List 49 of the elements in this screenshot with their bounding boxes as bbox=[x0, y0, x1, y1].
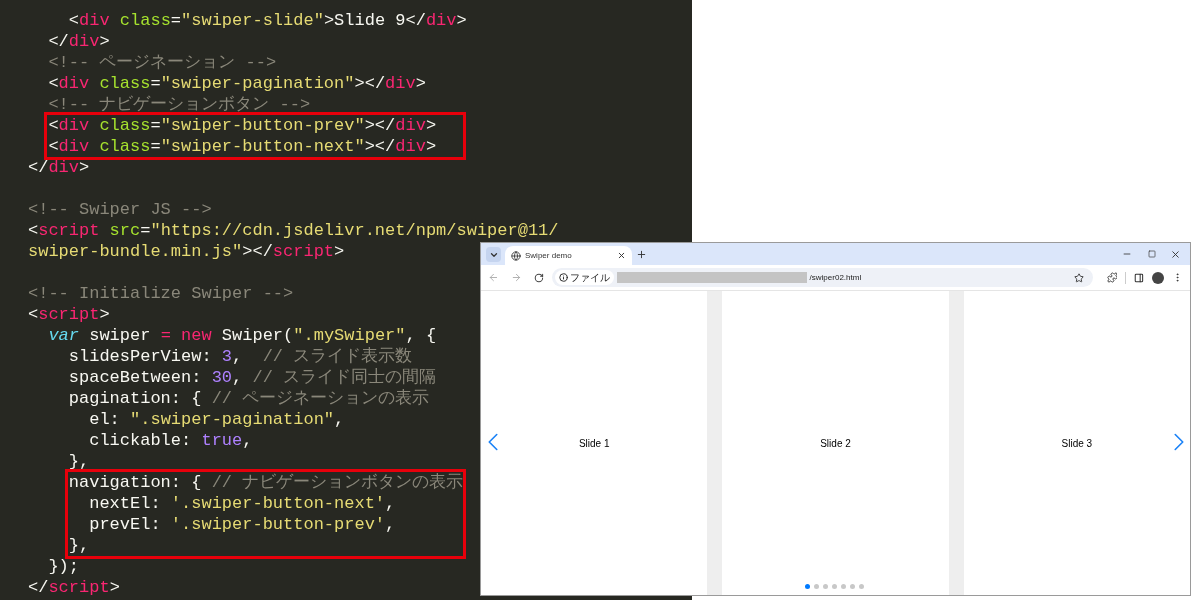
code-line: <div class="swiper-pagination"></div> bbox=[47, 74, 426, 93]
code-line: </div> bbox=[47, 32, 110, 51]
code-line: <script> bbox=[28, 305, 110, 324]
slide-label: Slide 1 bbox=[578, 436, 610, 451]
profile-avatar[interactable] bbox=[1152, 271, 1165, 284]
url-text: /swiper02.html bbox=[809, 271, 863, 284]
info-icon bbox=[558, 273, 568, 282]
back-arrow-icon[interactable] bbox=[488, 272, 499, 283]
code-line: }, bbox=[68, 536, 90, 555]
close-icon[interactable] bbox=[1170, 249, 1181, 260]
browser-tab[interactable]: Swiper demo bbox=[505, 246, 632, 265]
code-line: </script> bbox=[28, 578, 120, 597]
code-line: <!-- Initialize Swiper --> bbox=[28, 284, 294, 303]
code-line: <script src="https://cdn.jsdelivr.net/npm/swiper@11/ bbox=[28, 221, 559, 240]
slide-label: Slide 2 bbox=[820, 436, 851, 451]
code-line: pagination: { // ページネーションの表示 bbox=[67, 389, 430, 408]
code-line: el: ".swiper-pagination", bbox=[88, 410, 345, 429]
code-line: clickable: true, bbox=[88, 431, 253, 450]
globe-icon bbox=[511, 250, 521, 261]
code-line: }); bbox=[47, 557, 79, 576]
extensions-icon[interactable] bbox=[1106, 272, 1118, 283]
tab-title: Swiper demo bbox=[525, 249, 573, 262]
new-tab-icon[interactable] bbox=[636, 249, 647, 260]
slide-label: Slide 3 bbox=[1061, 436, 1093, 451]
code-line: </div> bbox=[28, 158, 90, 177]
code-line: navigation: { // ナビゲーションボタンの表示 bbox=[68, 473, 464, 492]
code-line: <!-- ページネーション --> bbox=[47, 53, 277, 72]
code-line: <div class="swiper-button-prev"></div> bbox=[48, 116, 437, 135]
code-line: <!-- Swiper JS --> bbox=[28, 200, 212, 219]
chip-label: ファイル bbox=[569, 271, 610, 285]
code-line: swiper-bundle.min.js"></script> bbox=[28, 242, 345, 261]
forward-arrow-icon[interactable] bbox=[510, 272, 522, 283]
side-panel-icon[interactable] bbox=[1134, 272, 1145, 283]
code-line: slidesPerView: 3, // スライド表示数 bbox=[67, 347, 413, 366]
close-icon[interactable] bbox=[617, 251, 626, 260]
code-line: prevEl: '.swiper-button-prev', bbox=[88, 515, 396, 534]
code-line: nextEl: '.swiper-button-next', bbox=[88, 494, 396, 513]
star-icon[interactable] bbox=[1073, 272, 1084, 283]
maximize-icon[interactable] bbox=[1148, 250, 1156, 258]
tab-list-button[interactable] bbox=[486, 247, 501, 262]
code-line: <div class="swiper-slide">Slide 9</div> bbox=[67, 11, 467, 30]
code-line: <div class="swiper-button-next"></div> bbox=[48, 137, 437, 156]
site-info-chip[interactable]: ファイル bbox=[554, 270, 614, 285]
code-line: spaceBetween: 30, // スライド同士の間隔 bbox=[67, 368, 437, 387]
code-line: <!-- ナビゲーションボタン --> bbox=[47, 95, 311, 114]
address-bar[interactable]: ファイル /swiper02.html bbox=[551, 268, 1093, 287]
reload-icon[interactable] bbox=[533, 272, 544, 283]
code-line: }, bbox=[67, 452, 90, 471]
code-line: var swiper = new Swiper(".mySwiper", { bbox=[47, 326, 437, 345]
